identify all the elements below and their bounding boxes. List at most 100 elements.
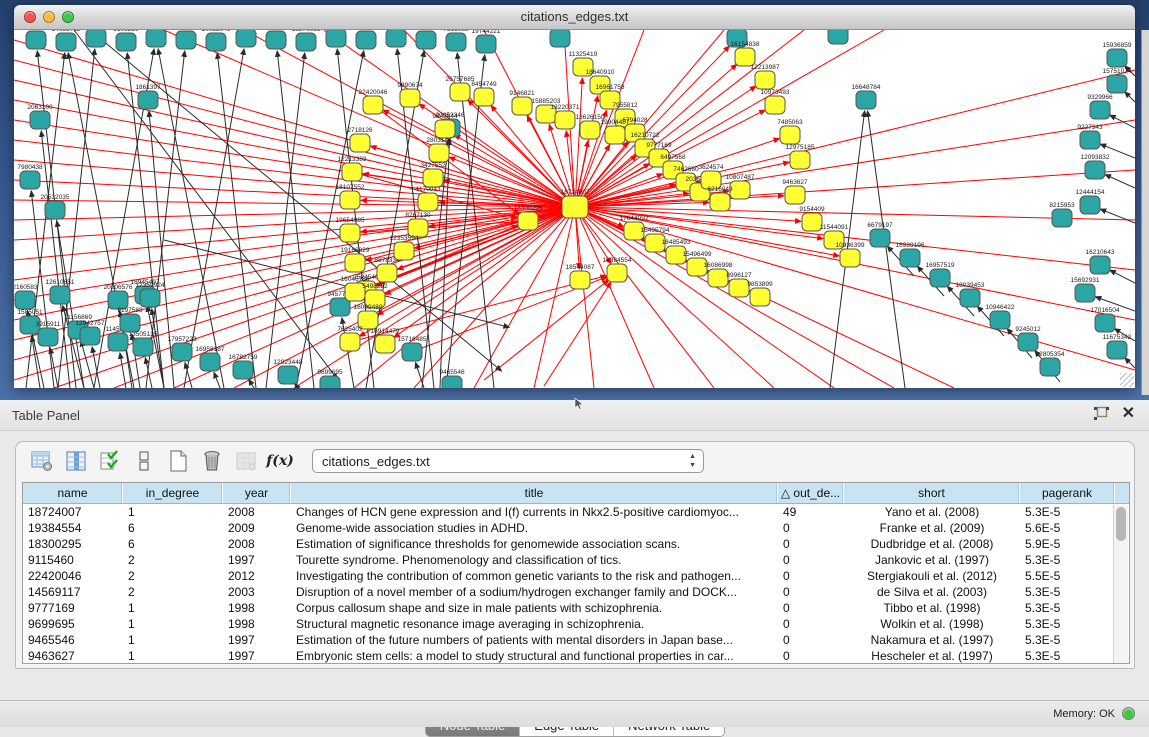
citation-edge-red[interactable] (575, 207, 839, 256)
table-row[interactable]: 1872400712008Changes of HCN gene express… (23, 504, 1129, 520)
citation-edge-red[interactable] (354, 207, 575, 388)
show-column-icon[interactable] (64, 449, 88, 473)
graph-node[interactable] (518, 212, 538, 230)
cell-out_de[interactable]: 0 (778, 536, 844, 552)
graph-node[interactable] (607, 264, 627, 282)
citation-edge-red[interactable] (164, 30, 575, 207)
cell-title[interactable]: Structural magnetic resonance image aver… (291, 616, 778, 632)
graph-node[interactable] (296, 33, 316, 51)
row-height-icon[interactable] (132, 449, 156, 473)
cell-in_degree[interactable]: 2 (123, 584, 223, 600)
cell-title[interactable]: Changes of HCN gene expression and I(f) … (291, 504, 778, 520)
graph-node[interactable] (1107, 75, 1127, 93)
citation-edge-red[interactable] (575, 207, 594, 388)
graph-node[interactable] (730, 181, 750, 199)
cell-in_degree[interactable]: 1 (123, 504, 223, 520)
graph-node[interactable] (340, 191, 360, 209)
graph-node[interactable] (138, 91, 158, 109)
memory-ok-indicator-icon[interactable] (1122, 707, 1135, 720)
graph-node[interactable] (80, 327, 100, 345)
table-row[interactable]: 1456911722003Disruption of a novel membe… (23, 584, 1129, 600)
cell-in_degree[interactable]: 1 (123, 600, 223, 616)
cell-name[interactable]: 9465546 (23, 632, 123, 648)
graph-node[interactable] (340, 333, 360, 351)
graph-node[interactable] (402, 343, 422, 361)
citation-edge-black[interactable] (1100, 209, 1135, 223)
column-header-year[interactable]: year (223, 483, 291, 503)
cell-out_de[interactable]: 0 (778, 552, 844, 568)
cell-out_de[interactable]: 0 (778, 648, 844, 664)
citation-edge-black[interactable] (1105, 175, 1135, 188)
graph-node[interactable] (1090, 101, 1110, 119)
graph-node[interactable] (1107, 49, 1127, 67)
cell-title[interactable]: Tourette syndrome. Phenomenology and cla… (291, 552, 778, 568)
graph-node[interactable] (960, 289, 980, 307)
graph-node[interactable] (233, 361, 253, 379)
citation-edge-red[interactable] (415, 207, 575, 248)
table-settings-icon[interactable] (30, 449, 54, 473)
citation-edge-red[interactable] (244, 30, 575, 207)
cell-short[interactable]: Yano et al. (2008) (844, 504, 1020, 520)
column-header-in_degree[interactable]: in_degree (123, 483, 223, 503)
citation-graph[interactable]: 6395327140557122059652393052592069140688… (14, 30, 1135, 388)
cell-title[interactable]: Genome-wide association studies in ADHD. (291, 520, 778, 536)
graph-node[interactable] (930, 269, 950, 287)
graph-node[interactable] (1080, 196, 1100, 214)
cell-short[interactable]: Franke et al. (2009) (844, 520, 1020, 536)
graph-node[interactable] (26, 31, 46, 49)
graph-node[interactable] (990, 311, 1010, 329)
citation-edge-black[interactable] (41, 131, 70, 388)
table-row[interactable]: 977716911998Corpus callosum shape and si… (23, 600, 1129, 616)
graph-node[interactable] (266, 31, 286, 49)
citation-edge-black[interactable] (214, 372, 220, 388)
cell-out_de[interactable]: 0 (778, 600, 844, 616)
cell-name[interactable]: 19384554 (23, 520, 123, 536)
graph-node[interactable] (1080, 131, 1100, 149)
column-header-short[interactable]: short (844, 483, 1020, 503)
graph-node[interactable] (605, 126, 625, 144)
cell-title[interactable]: Estimation of significance thresholds fo… (291, 536, 778, 552)
cell-name[interactable]: 9115460 (23, 552, 123, 568)
cell-pagerank[interactable]: 5.3E-5 (1020, 504, 1115, 520)
graph-node[interactable] (176, 31, 196, 49)
cell-in_degree[interactable]: 1 (123, 648, 223, 664)
graph-node[interactable] (708, 269, 728, 287)
graph-node[interactable] (900, 249, 920, 267)
graph-node[interactable] (200, 353, 220, 371)
citation-edge-red[interactable] (575, 207, 834, 388)
graph-node[interactable] (326, 30, 346, 47)
table-row[interactable]: 1830029562008Estimation of significance … (23, 536, 1129, 552)
select-columns-icon[interactable] (98, 449, 122, 473)
citation-edge-red[interactable] (14, 207, 575, 380)
table-row[interactable]: 969969511998Structural magnetic resonanc… (23, 616, 1129, 632)
cell-out_de[interactable]: 0 (778, 616, 844, 632)
cell-pagerank[interactable]: 5.3E-5 (1020, 584, 1115, 600)
cell-name[interactable]: 18300295 (23, 536, 123, 552)
cell-pagerank[interactable]: 5.3E-5 (1020, 600, 1115, 616)
column-header-out_de[interactable]: △ out_de... (778, 483, 844, 503)
graph-node[interactable] (840, 249, 860, 267)
cell-in_degree[interactable]: 2 (123, 568, 223, 584)
table-row[interactable]: 1938455462009Genome-wide association stu… (23, 520, 1129, 536)
graph-node[interactable] (108, 333, 128, 351)
graph-node[interactable] (350, 134, 370, 152)
cell-title[interactable]: Corpus callosum shape and size in male p… (291, 600, 778, 616)
graph-node[interactable] (780, 126, 800, 144)
graph-node[interactable] (133, 338, 153, 356)
cell-pagerank[interactable]: 5.3E-5 (1020, 552, 1115, 568)
cell-short[interactable]: Hescheler et al. (1997) (844, 648, 1020, 664)
graph-node[interactable] (320, 376, 340, 388)
citation-edge-red[interactable] (575, 207, 774, 388)
cell-name[interactable]: 9777169 (23, 600, 123, 616)
table-row[interactable]: 911546021997Tourette syndrome. Phenomeno… (23, 552, 1129, 568)
graph-node[interactable] (116, 33, 136, 51)
graph-node[interactable] (555, 111, 575, 129)
cell-out_de[interactable]: 0 (778, 632, 844, 648)
graph-node[interactable] (1107, 341, 1127, 359)
graph-node[interactable] (38, 328, 58, 346)
graph-node[interactable] (120, 314, 140, 332)
cell-year[interactable]: 1997 (223, 648, 291, 664)
citation-edge-black[interactable] (277, 51, 314, 388)
graph-node[interactable] (562, 196, 588, 218)
graph-node[interactable] (45, 201, 65, 219)
